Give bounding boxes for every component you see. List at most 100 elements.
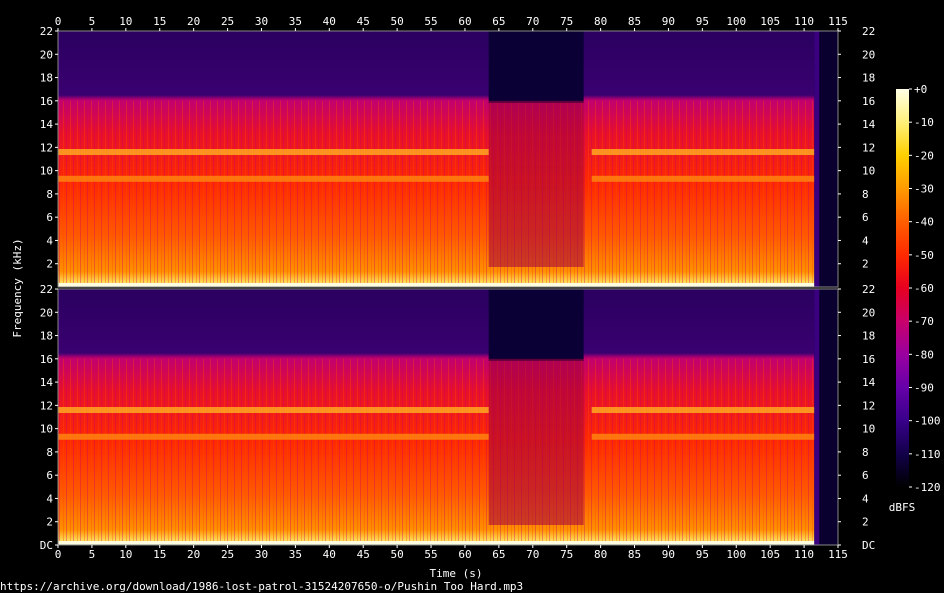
x-tick-label-top: 85 xyxy=(628,15,641,28)
colorbar-tick-label: -50 xyxy=(914,249,934,262)
x-tick-label-top: 40 xyxy=(323,15,336,28)
y-tick-label-right: 16 xyxy=(862,353,875,366)
x-tick-label-top: 30 xyxy=(255,15,268,28)
x-tick-label-bottom: 110 xyxy=(794,548,814,561)
x-tick-label-top: 20 xyxy=(187,15,200,28)
harmonic-band-left xyxy=(58,407,489,414)
harmonic-band-left xyxy=(58,433,489,440)
quiet-section-mid xyxy=(488,100,584,268)
x-tick-label-bottom: 55 xyxy=(424,548,437,561)
y-tick-label-right: 6 xyxy=(862,469,869,482)
spectrogram-chart: 0 5 10 15 20 25 30 35 40 45 50 55 60 65 70 75 80 85 90 95 10… xyxy=(11,15,941,580)
source-url: https://archive.org/download/1986-lost-p… xyxy=(0,580,524,593)
y-tick-label-left: 4 xyxy=(46,492,53,505)
y-tick-label-right: 18 xyxy=(862,330,875,343)
x-tick-label-bottom: 75 xyxy=(560,548,573,561)
y-tick-label-right: 8 xyxy=(862,446,869,459)
harmonic-band-right xyxy=(591,149,815,156)
audio-end-edge xyxy=(814,289,820,545)
colorbar-tick-label: -20 xyxy=(914,149,934,162)
y-tick-label-right: 12 xyxy=(862,141,875,154)
y-tick-label-left: 6 xyxy=(46,469,53,482)
colorbar-tick-label: -80 xyxy=(914,348,934,361)
y-tick-label-right: 22 xyxy=(862,25,875,38)
x-tick-label-top: 95 xyxy=(696,15,709,28)
x-tick-label-bottom: 80 xyxy=(594,548,607,561)
x-tick-label-bottom: 30 xyxy=(255,548,268,561)
x-tick-label-top: 10 xyxy=(119,15,132,28)
x-tick-label-top: 5 xyxy=(89,15,96,28)
y-tick-label-left: 2 xyxy=(46,516,53,529)
harmonic-band-left xyxy=(58,149,489,156)
x-tick-label-top: 60 xyxy=(458,15,471,28)
y-tick-label-right: 18 xyxy=(862,72,875,85)
x-tick-label-bottom: 0 xyxy=(55,548,62,561)
colorbar-ticks: +0 -10 -20 -30 -40 -50 -60 -70 -80 -90 -100 -110 -12… xyxy=(909,83,941,494)
colorbar-tick-label: -60 xyxy=(914,282,934,295)
x-tick-label-bottom: 25 xyxy=(221,548,234,561)
y-tick-label-left: 14 xyxy=(40,118,54,131)
y-tick-label-right: 10 xyxy=(862,165,875,178)
quiet-section-mid xyxy=(488,358,584,525)
harmonic-band-left xyxy=(58,175,489,182)
x-tick-label-bottom: 5 xyxy=(89,548,96,561)
x-tick-label-bottom: 70 xyxy=(526,548,539,561)
x-tick-label-bottom: 10 xyxy=(119,548,132,561)
y-tick-label-right: 8 xyxy=(862,188,869,201)
x-tick-label-top: 115 xyxy=(828,15,848,28)
y-tick-label-left: 18 xyxy=(40,72,53,85)
colorbar: +0 -10 -20 -30 -40 -50 -60 -70 -80 -90 -100 -110 -12… xyxy=(889,83,941,514)
y-tick-label-right: 20 xyxy=(862,306,875,319)
harmonic-band-right xyxy=(591,407,815,414)
colorbar-tick-label: -120 xyxy=(914,481,941,494)
x-tick-label-top: 70 xyxy=(526,15,539,28)
x-tick-label-bottom: 105 xyxy=(760,548,780,561)
y-tick-label-left: 10 xyxy=(40,423,53,436)
x-tick-label-top: 65 xyxy=(492,15,505,28)
x-tick-label-top: 80 xyxy=(594,15,607,28)
x-axis-bottom: 0 5 10 15 20 25 30 35 40 45 50 55 60 65 70 75 80 85 90 95 10… xyxy=(55,545,848,561)
y-tick-label-right: 4 xyxy=(862,492,869,505)
x-tick-label-bottom: 95 xyxy=(696,548,709,561)
y-tick-label-left: 16 xyxy=(40,95,53,108)
colorbar-tick-label: -70 xyxy=(914,315,934,328)
x-tick-label-top: 75 xyxy=(560,15,573,28)
x-tick-label-top: 105 xyxy=(760,15,780,28)
y-tick-label-left: 22 xyxy=(40,25,53,38)
transient-streaks xyxy=(58,358,815,545)
y-tick-label-left: 18 xyxy=(40,330,53,343)
colorbar-tick-label: +0 xyxy=(914,83,927,96)
x-tick-label-top: 35 xyxy=(289,15,302,28)
y-tick-label-left: 12 xyxy=(40,399,53,412)
colorbar-tick-label: -30 xyxy=(914,183,934,196)
colorbar-tick-label: -40 xyxy=(914,216,934,229)
x-tick-label-bottom: 45 xyxy=(357,548,370,561)
colorbar-tick-label: -90 xyxy=(914,382,934,395)
y-tick-label-right: 16 xyxy=(862,95,875,108)
y-tick-label-right: 6 xyxy=(862,211,869,224)
y-tick-label-left: 20 xyxy=(40,306,53,319)
x-tick-label-bottom: 65 xyxy=(492,548,505,561)
y-tick-label-right: 22 xyxy=(862,283,875,296)
channel-2-spectrogram xyxy=(57,288,839,546)
y-tick-label-left: 10 xyxy=(40,165,53,178)
x-tick-label-top: 15 xyxy=(153,15,166,28)
x-tick-label-top: 50 xyxy=(391,15,404,28)
spectrogram-panels xyxy=(57,30,839,546)
y-tick-label-right: 4 xyxy=(862,234,869,247)
x-tick-label-bottom: 40 xyxy=(323,548,336,561)
y-tick-label-right: DC xyxy=(862,539,875,552)
x-axis-top: 0 5 10 15 20 25 30 35 40 45 50 55 60 65 70 75 80 85 90 95 10… xyxy=(55,15,848,31)
dc-band xyxy=(58,283,815,287)
colorbar-gradient xyxy=(896,89,909,487)
x-tick-label-top: 25 xyxy=(221,15,234,28)
audio-end-edge xyxy=(814,31,820,287)
x-tick-label-top: 55 xyxy=(424,15,437,28)
y-tick-label-left: 4 xyxy=(46,234,53,247)
y-axis-title: Frequency (kHz) xyxy=(11,238,24,337)
quiet-section-high xyxy=(488,31,584,103)
x-tick-label-bottom: 100 xyxy=(726,548,746,561)
harmonic-band-right xyxy=(591,433,815,440)
y-tick-label-right: 10 xyxy=(862,423,875,436)
y-tick-label-right: 20 xyxy=(862,48,875,61)
